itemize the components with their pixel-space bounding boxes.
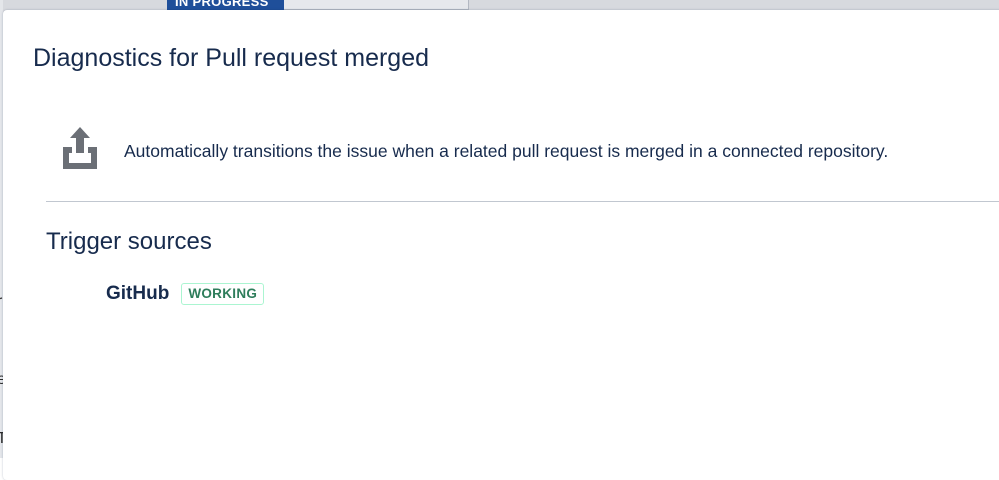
modal-title: Diagnostics for Pull request merged: [33, 44, 430, 72]
source-name: GitHub: [106, 283, 170, 304]
diagnostics-modal: Diagnostics for Pull request merged Auto…: [3, 10, 999, 480]
background-text-fragment: i: [0, 332, 1, 348]
trigger-description: Automatically transitions the issue when…: [124, 141, 889, 161]
share-upload-icon: [63, 127, 97, 169]
background-status-lozenge: IN PROGRESS: [167, 0, 284, 10]
trigger-sources-heading: Trigger sources: [46, 228, 212, 255]
status-badge: WORKING: [181, 283, 265, 305]
background-text-fragment: r: [0, 294, 2, 310]
background-field: [284, 0, 469, 10]
section-divider: [46, 201, 999, 202]
trigger-source-row: GitHub WORKING: [106, 283, 265, 305]
